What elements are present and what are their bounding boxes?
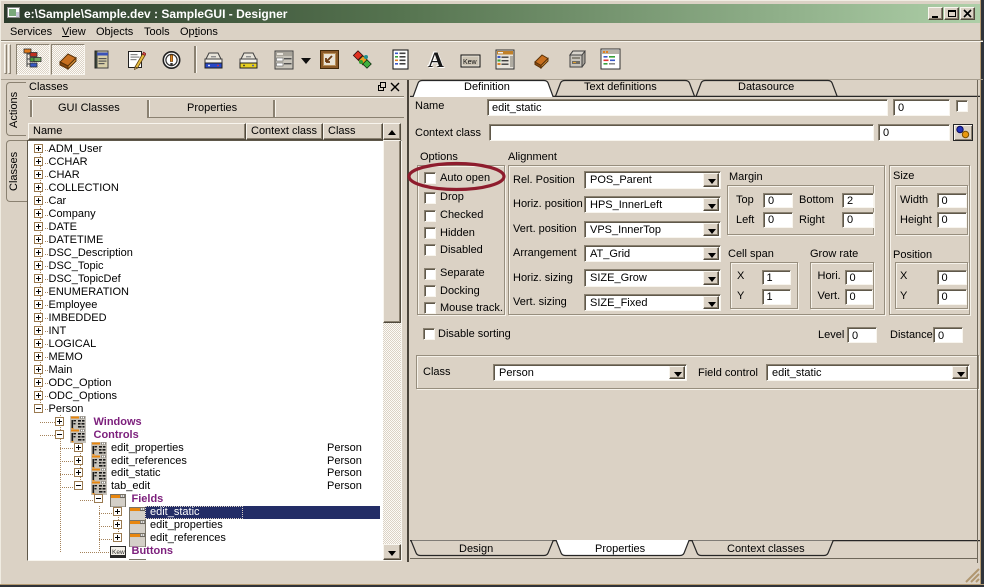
svg-text:Kew: Kew — [463, 59, 478, 66]
svg-text:Kew: Kew — [112, 549, 125, 556]
